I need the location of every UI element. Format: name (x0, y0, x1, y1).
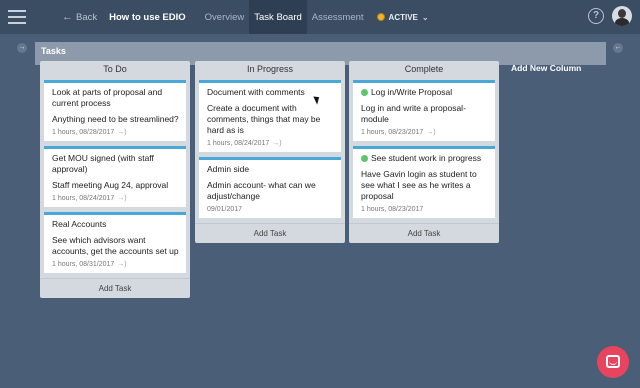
task-card[interactable]: Get MOU signed (with staff approval) Sta… (44, 146, 186, 207)
card-meta: 1 hours, 08/24/2017 (52, 195, 115, 202)
column-in-progress: In Progress Document with comments Creat… (195, 61, 345, 243)
status-label: ACTIVE (388, 12, 418, 22)
tab-task-board[interactable]: Task Board (249, 0, 307, 34)
card-meta: 1 hours, 08/23/2017 (361, 129, 424, 136)
card-title: Admin side (207, 164, 250, 174)
task-card[interactable]: Log in/Write Proposal Log in and write a… (353, 80, 495, 141)
status-dropdown[interactable]: ACTIVE ⌄ (376, 12, 429, 22)
card-title: Log in/Write Proposal (371, 87, 453, 97)
card-meta: 1 hours, 08/31/2017 (52, 261, 115, 268)
status-dot-icon (376, 13, 385, 21)
card-description: Staff meeting Aug 24, approval (52, 180, 169, 190)
card-title: Get MOU signed (with staff approval) (52, 153, 154, 174)
add-task-button[interactable]: Add Task (40, 278, 190, 298)
column-title: Complete (404, 64, 444, 74)
card-description: Create a document with comments, things … (207, 103, 321, 135)
task-card[interactable]: Real Accounts See which advisors want ac… (44, 212, 186, 273)
task-card[interactable]: Look at parts of proposal and current pr… (44, 80, 186, 141)
task-card[interactable]: Admin side Admin account- what can we ad… (199, 157, 341, 218)
card-description: Anything need to be streamlined? (52, 114, 179, 124)
menu-icon[interactable] (8, 10, 26, 24)
card-description: Have Gavin login as student to see what … (361, 169, 477, 201)
arrow-link-icon: →) (117, 129, 127, 136)
card-title: See student work in progress (371, 153, 482, 163)
add-task-button[interactable]: Add Task (349, 223, 499, 243)
arrow-left-icon: ← (62, 11, 73, 23)
section-title: Tasks (41, 46, 66, 56)
card-meta: 09/01/2017 (207, 206, 243, 213)
arrow-link-icon: →) (426, 129, 436, 136)
card-title: Real Accounts (52, 219, 107, 229)
add-task-button[interactable]: Add Task (195, 223, 345, 243)
column-to-do: To Do Look at parts of proposal and curr… (40, 61, 190, 298)
done-status-icon (361, 89, 368, 96)
column-title: To Do (103, 64, 127, 74)
card-meta: 1 hours, 08/23/2017 (361, 206, 424, 213)
card-meta: 1 hours, 08/24/2017 (207, 140, 270, 147)
column-title: In Progress (246, 64, 294, 74)
top-bar: ← Back How to use EDIO Overview Task Boa… (0, 0, 640, 34)
column-complete: Complete Log in/Write Proposal Log in an… (349, 61, 499, 243)
card-description: Admin account- what can we adjust/change (207, 180, 316, 201)
avatar[interactable] (612, 6, 632, 26)
done-status-icon (361, 155, 368, 162)
card-meta: 1 hours, 08/28/2017 (52, 129, 115, 136)
arrow-link-icon: →) (117, 195, 127, 202)
collapse-right-icon[interactable]: ← (613, 43, 623, 53)
page-title: How to use EDIO (109, 11, 186, 23)
chat-button[interactable] (597, 346, 629, 378)
task-card[interactable]: See student work in progress Have Gavin … (353, 146, 495, 218)
back-label: Back (76, 11, 98, 23)
task-card[interactable]: Document with comments Create a document… (199, 80, 341, 152)
arrow-link-icon: →) (272, 140, 282, 147)
chevron-down-icon: ⌄ (421, 12, 429, 22)
card-description: See which advisors want accounts, get th… (52, 235, 179, 256)
tab-assessment[interactable]: Assessment (307, 0, 369, 34)
help-icon[interactable]: ? (588, 8, 604, 24)
tab-overview[interactable]: Overview (200, 0, 250, 34)
card-title: Look at parts of proposal and current pr… (52, 87, 163, 108)
arrow-link-icon: →) (117, 261, 127, 268)
expand-left-icon[interactable]: → (17, 43, 27, 53)
add-new-column-button[interactable]: Add New Column (511, 63, 581, 73)
back-button[interactable]: ← Back (62, 11, 97, 23)
card-description: Log in and write a proposal- module (361, 103, 466, 124)
